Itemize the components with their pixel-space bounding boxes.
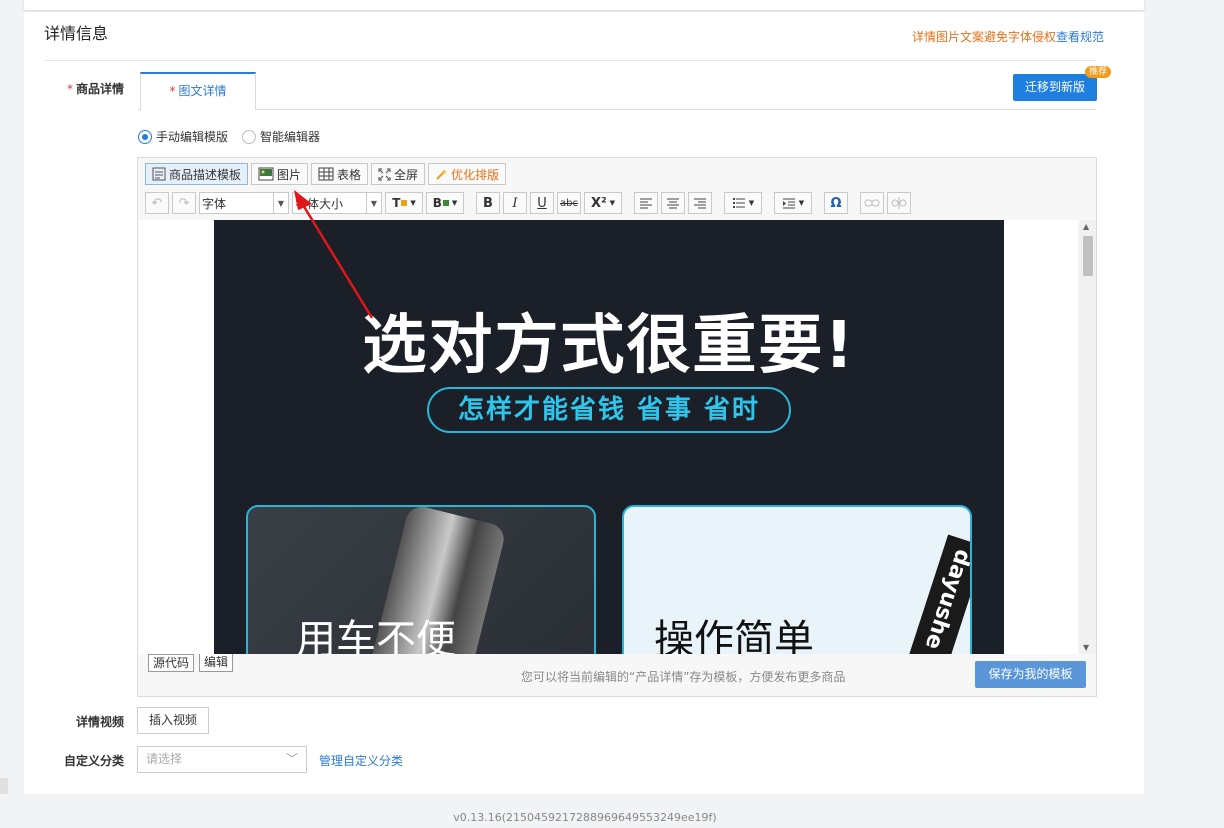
font-family-value: 字体 xyxy=(202,196,227,211)
divider xyxy=(44,60,1096,61)
editor-canvas[interactable]: 选对方式很重要! 怎样才能省钱 省事 省时 用车不便 dayushe 操作简单 xyxy=(138,220,1078,654)
editor-scrollbar[interactable]: ▲ ▼ xyxy=(1079,220,1096,654)
fullscreen-button-label: 全屏 xyxy=(394,167,419,182)
product-detail-label: * 商品详情 xyxy=(24,80,124,97)
radio-dot-checked[interactable] xyxy=(138,129,152,144)
scroll-down-icon[interactable]: ▼ xyxy=(1083,643,1089,652)
view-spec-link[interactable]: 查看规范 xyxy=(1056,30,1104,44)
version-string: v0.13.16(2150459217288969649553249ee19f) xyxy=(453,811,717,824)
tab-required-mark: * xyxy=(169,84,176,98)
optimize-button-label: 优化排版 xyxy=(451,167,500,182)
migrate-new-version-button[interactable]: 迁移到新版 推荐 xyxy=(1013,66,1111,101)
scroll-up-icon[interactable]: ▲ xyxy=(1083,222,1089,231)
manage-category-link[interactable]: 管理自定义分类 xyxy=(319,752,403,769)
omega-icon[interactable]: Ω xyxy=(824,192,848,214)
align-center-icon[interactable] xyxy=(661,192,685,214)
poster-headline: 选对方式很重要! xyxy=(362,309,856,383)
tab-rich-detail[interactable]: * 图文详情 xyxy=(140,72,256,111)
image-icon xyxy=(258,167,274,181)
superscript-icon[interactable]: X² ▼ xyxy=(584,192,622,214)
template-hint: 您可以将当前编辑的“产品详情”存为模板，方便发布更多商品 xyxy=(521,670,846,684)
product-detail-label-text: 商品详情 xyxy=(75,82,124,96)
fullscreen-icon xyxy=(378,168,391,180)
template-icon xyxy=(152,167,166,181)
align-left-icon[interactable] xyxy=(634,192,658,214)
custom-category-select[interactable]: 请选择 ﹀ xyxy=(137,746,307,773)
left-edge-marker xyxy=(0,778,8,794)
table-icon xyxy=(318,167,334,181)
section-title: 详情信息 xyxy=(44,24,109,43)
poster-panel-right: dayushe 操作简单 xyxy=(622,505,972,654)
editor-footer: 源代码 编辑 您可以将当前编辑的“产品详情”存为模板，方便发布更多商品 保存为我… xyxy=(138,654,1096,696)
required-mark: * xyxy=(66,82,73,96)
radio-dot-unchecked[interactable] xyxy=(242,129,257,144)
bottle-text: dayushe xyxy=(919,546,972,653)
category-placeholder: 请选择 xyxy=(146,752,183,766)
font-size-select[interactable]: 字体大小 ▼ xyxy=(292,192,382,214)
migrate-button-label: 迁移到新版 xyxy=(1024,80,1085,94)
strikethrough-icon[interactable]: abc xyxy=(557,192,581,214)
editor-toolbar-main: 商品描述模板 图片 表格 全屏 优化排版 xyxy=(145,163,507,185)
radio-manual-template[interactable]: 手动编辑模版 xyxy=(138,128,228,145)
detail-video-label: 详情视频 xyxy=(75,715,124,729)
superscript-label: X² xyxy=(590,195,607,211)
bottle-graphic: dayushe xyxy=(901,534,972,654)
text-color-icon[interactable]: T ▼ xyxy=(385,192,423,214)
edit-tab[interactable]: 编辑 xyxy=(199,654,234,672)
optimize-layout-button[interactable]: 优化排版 xyxy=(428,163,507,185)
list-icon[interactable]: ▼ xyxy=(724,192,762,214)
underline-icon[interactable]: U xyxy=(530,192,554,214)
font-notice: 详情图片文案避免字体侵权查看规范 xyxy=(912,28,1104,45)
font-size-value: 字体大小 xyxy=(295,196,344,211)
unlink-icon[interactable] xyxy=(887,192,911,214)
tab-rich-detail-label: 图文详情 xyxy=(178,84,227,98)
recommend-badge: 推荐 xyxy=(1084,66,1111,78)
detail-tabbar: * 图文详情 xyxy=(138,72,1096,111)
chevron-down-icon: ﹀ xyxy=(285,752,298,766)
chevron-down-icon: ▼ xyxy=(273,193,288,213)
editor-toolbar-format: ↶ ↷ 字体 ▼ 字体大小 ▼ T ▼ B ▼ B I U abc X² ▼ ▼ ▼ Ω xyxy=(145,192,911,214)
template-button-label: 商品描述模板 xyxy=(169,167,242,182)
poster-right-text: 操作简单 xyxy=(654,617,814,654)
scrollbar-thumb[interactable] xyxy=(1083,236,1093,276)
chevron-down-icon: ▼ xyxy=(366,193,381,213)
editor-mode-radios: 手动编辑模版 智能编辑器 xyxy=(138,128,320,145)
image-button-label: 图片 xyxy=(277,167,302,182)
redo-icon[interactable]: ↷ xyxy=(172,192,196,214)
magic-wand-icon xyxy=(436,168,448,180)
indent-icon[interactable]: ▼ xyxy=(774,192,812,214)
radio-manual-label: 手动编辑模版 xyxy=(156,130,229,144)
italic-icon[interactable]: I xyxy=(503,192,527,214)
align-right-icon[interactable] xyxy=(688,192,712,214)
fullscreen-button[interactable]: 全屏 xyxy=(371,163,426,185)
source-code-tab[interactable]: 源代码 xyxy=(148,654,195,672)
custom-category-label: 自定义分类 xyxy=(63,754,124,768)
radio-smart-editor[interactable]: 智能编辑器 xyxy=(242,128,320,145)
font-family-select[interactable]: 字体 ▼ xyxy=(199,192,289,214)
poster-subline: 怎样才能省钱 省事 省时 xyxy=(427,387,791,433)
link-icon[interactable] xyxy=(860,192,884,214)
insert-image-button[interactable]: 图片 xyxy=(251,163,309,185)
poster-image: 选对方式很重要! 怎样才能省钱 省事 省时 用车不便 dayushe 操作简单 xyxy=(214,220,1004,654)
table-button-label: 表格 xyxy=(337,167,362,182)
insert-video-button[interactable]: 插入视频 xyxy=(137,707,209,734)
template-button[interactable]: 商品描述模板 xyxy=(145,163,249,185)
notice-text: 详情图片文案避免字体侵权 xyxy=(911,30,1056,44)
detail-card: 详情信息 详情图片文案避免字体侵权查看规范 * 商品详情 * 图文详情 迁移到新版 … xyxy=(24,12,1144,794)
poster-left-text: 用车不便 xyxy=(296,617,456,654)
rich-text-editor: 商品描述模板 图片 表格 全屏 优化排版 ↶ ↷ 字体 ▼ 字体大小 ▼ T ▼… xyxy=(137,157,1097,697)
top-card-edge xyxy=(24,0,1144,10)
poster-panel-left: 用车不便 xyxy=(246,505,596,654)
background-color-icon[interactable]: B ▼ xyxy=(426,192,464,214)
bold-icon[interactable]: B xyxy=(476,192,500,214)
undo-icon[interactable]: ↶ xyxy=(145,192,169,214)
insert-table-button[interactable]: 表格 xyxy=(311,163,369,185)
save-template-button[interactable]: 保存为我的模板 xyxy=(975,661,1086,688)
radio-smart-label: 智能编辑器 xyxy=(260,130,321,144)
